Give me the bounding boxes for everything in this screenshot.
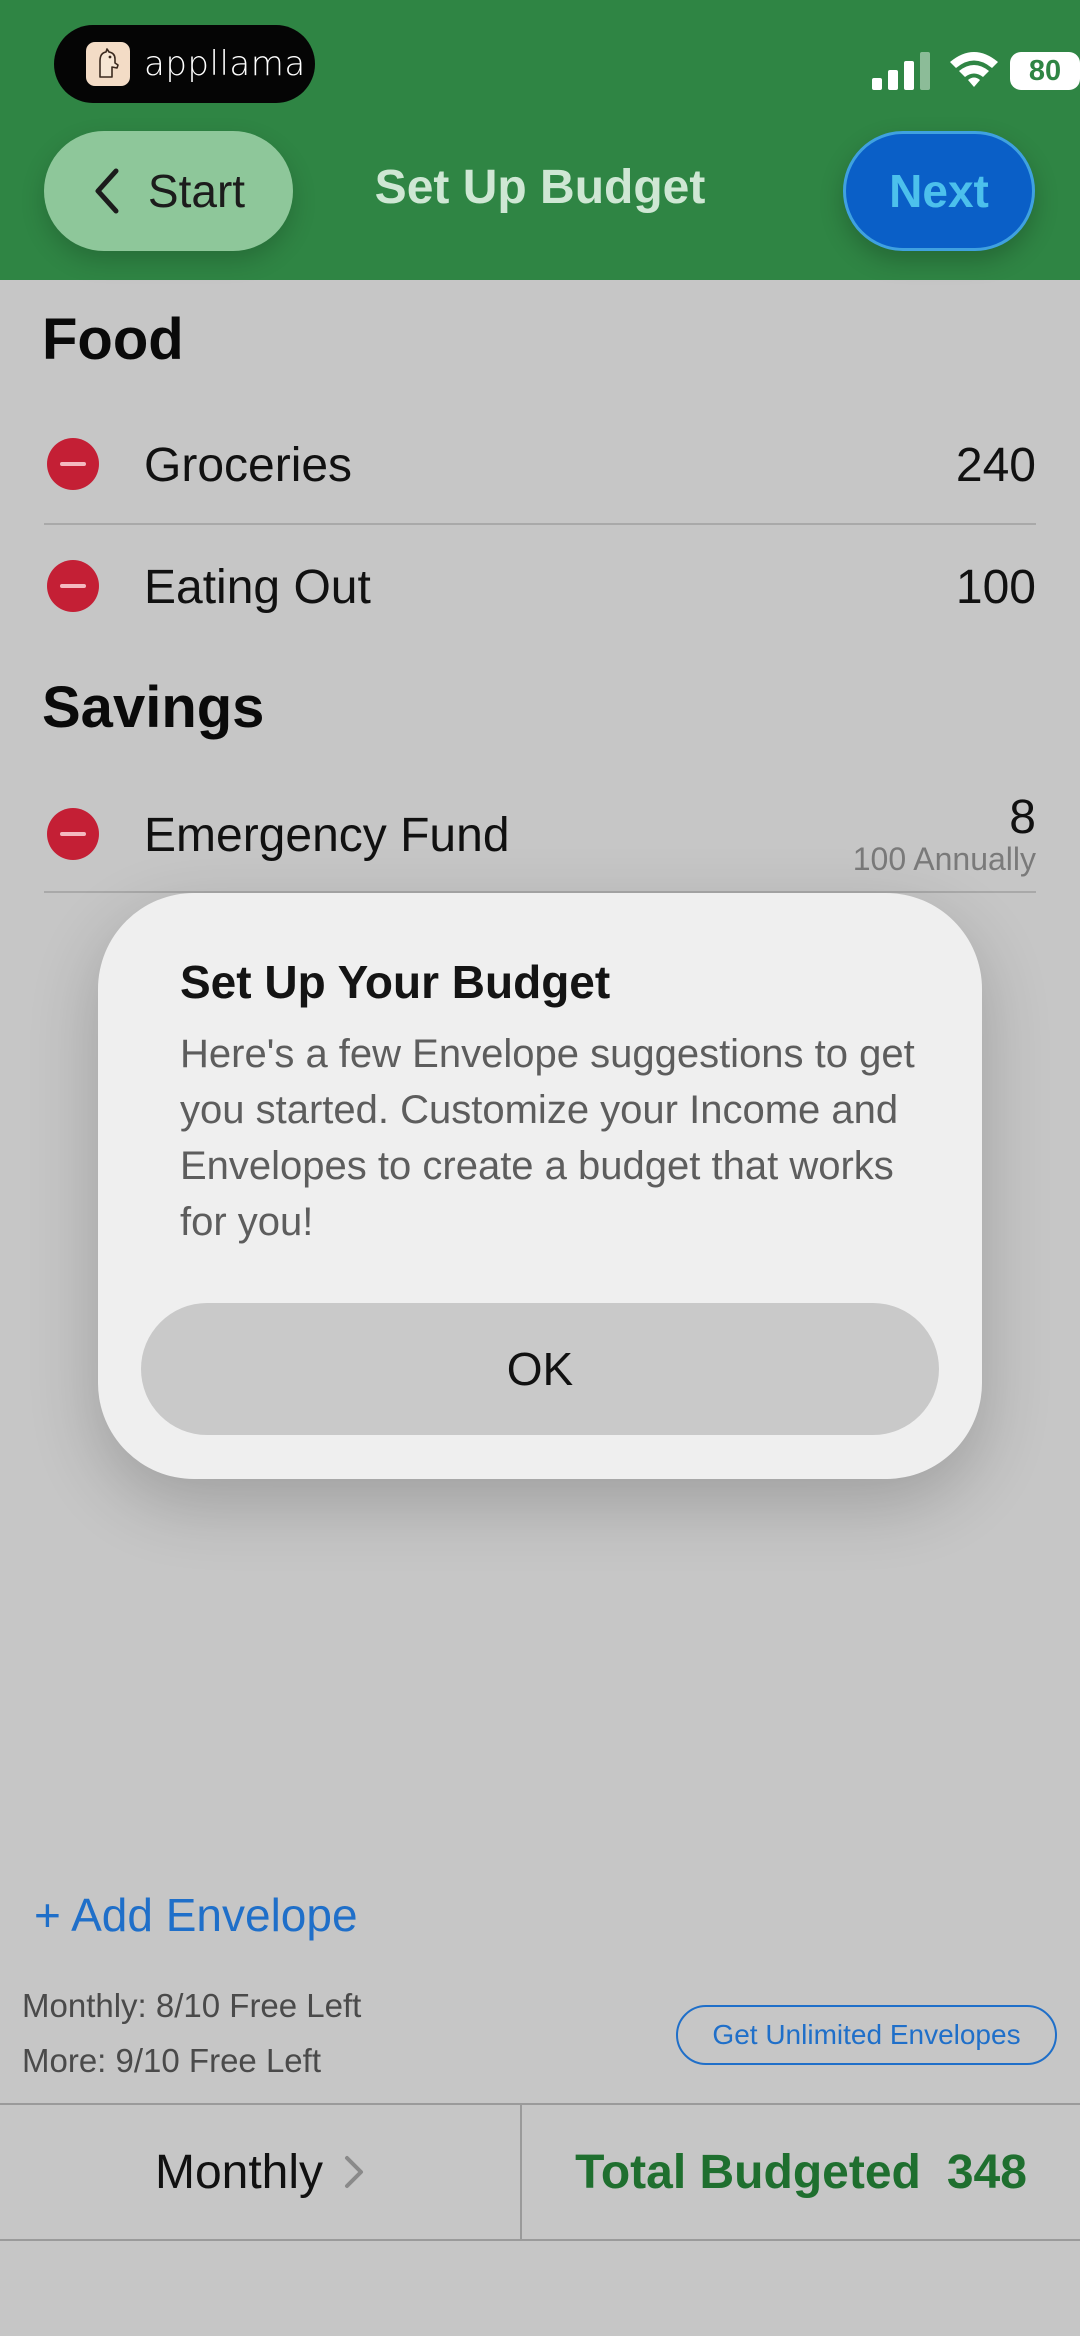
add-envelope-button[interactable]: + Add Envelope bbox=[34, 1888, 358, 1942]
total-label: Total Budgeted bbox=[575, 2145, 921, 2199]
ok-label: OK bbox=[506, 1343, 574, 1395]
more-free-count: More: 9/10 Free Left bbox=[22, 2042, 321, 2079]
delete-minus-icon[interactable] bbox=[47, 560, 99, 612]
envelope-amount[interactable]: 8 bbox=[1009, 790, 1036, 845]
section-title-savings: Savings bbox=[42, 675, 265, 740]
envelope-name: Groceries bbox=[144, 439, 353, 492]
back-label: Start bbox=[147, 165, 246, 217]
ok-button[interactable]: OK bbox=[141, 1303, 939, 1435]
envelope-row-emergency-fund[interactable]: Emergency Fund 8 100 Annually bbox=[0, 784, 1080, 884]
unlimited-label: Get Unlimited Envelopes bbox=[712, 2019, 1021, 2050]
period-selector[interactable]: Monthly bbox=[0, 2105, 520, 2239]
appllama-badge: appllama bbox=[54, 25, 315, 103]
llama-icon bbox=[86, 42, 130, 86]
battery-icon: 80 bbox=[1010, 52, 1080, 90]
battery-level: 80 bbox=[1028, 54, 1062, 87]
back-start-button[interactable]: Start bbox=[44, 131, 293, 251]
period-label: Monthly bbox=[154, 2145, 324, 2199]
monthly-free-count: Monthly: 8/10 Free Left bbox=[22, 1987, 362, 2024]
envelope-annual-amount: 100 Annually bbox=[852, 841, 1036, 877]
next-button[interactable]: Next bbox=[843, 131, 1035, 251]
section-title-food: Food bbox=[42, 307, 184, 372]
total-budgeted: Total Budgeted 348 bbox=[522, 2105, 1080, 2239]
envelope-amount[interactable]: 240 bbox=[956, 438, 1036, 493]
wifi-icon bbox=[950, 52, 998, 87]
header-bar: appllama 80 Start Set Up Budget Next bbox=[0, 0, 1080, 280]
envelope-row-eating-out[interactable]: Eating Out 100 bbox=[0, 537, 1080, 637]
dialog-message: Here's a few Envelope suggestions to get… bbox=[180, 1032, 915, 1244]
badge-text: appllama bbox=[144, 44, 306, 84]
page-title: Set Up Budget bbox=[374, 161, 706, 214]
budget-footer-bar: Monthly Total Budgeted 348 bbox=[0, 2103, 1080, 2241]
row-divider bbox=[44, 523, 1036, 525]
next-label: Next bbox=[889, 165, 989, 217]
setup-budget-dialog: Set Up Your Budget Here's a few Envelope… bbox=[98, 893, 982, 1479]
envelope-amount[interactable]: 100 bbox=[956, 560, 1036, 615]
chevron-left-icon bbox=[95, 168, 119, 214]
delete-minus-icon[interactable] bbox=[47, 808, 99, 860]
status-icons: 80 bbox=[780, 0, 1080, 140]
delete-minus-icon[interactable] bbox=[47, 438, 99, 490]
total-value: 348 bbox=[946, 2145, 1027, 2199]
chevron-right-icon bbox=[345, 2156, 364, 2188]
cellular-signal-icon bbox=[872, 52, 930, 90]
get-unlimited-envelopes-button[interactable]: Get Unlimited Envelopes bbox=[676, 2005, 1057, 2065]
dialog-title: Set Up Your Budget bbox=[180, 956, 611, 1008]
envelope-row-groceries[interactable]: Groceries 240 bbox=[0, 415, 1080, 515]
envelope-name: Eating Out bbox=[144, 561, 371, 614]
envelope-name: Emergency Fund bbox=[144, 809, 510, 862]
